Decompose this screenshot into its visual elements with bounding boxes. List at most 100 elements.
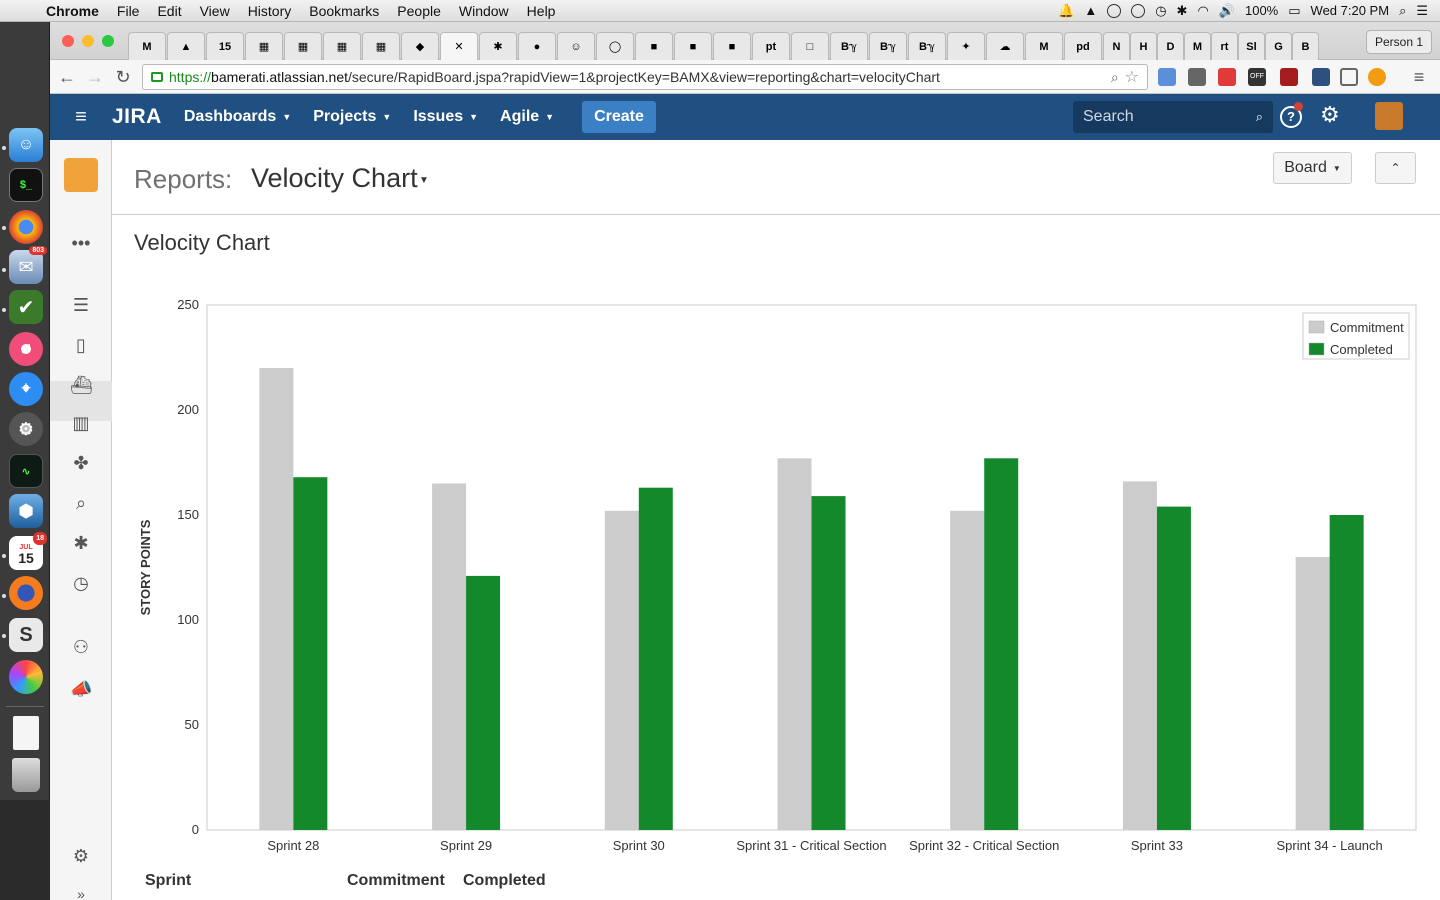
documents-stack-icon[interactable] — [13, 716, 39, 750]
browser-tab[interactable]: ▲ — [167, 32, 205, 60]
create-button[interactable]: Create — [582, 101, 656, 133]
browser-tab[interactable]: H — [1130, 32, 1157, 60]
menu-history[interactable]: History — [248, 3, 292, 19]
battery-icon[interactable]: ▭ — [1288, 3, 1300, 19]
secure-lock-icon[interactable] — [151, 72, 163, 82]
back-button[interactable]: ← — [56, 66, 78, 88]
active-sprints-icon[interactable]: ▯ — [70, 334, 92, 356]
zoom-window-button[interactable] — [102, 35, 114, 47]
browser-tab[interactable]: ✱ — [479, 32, 517, 60]
column-completed[interactable]: Completed — [463, 872, 546, 890]
clock-check-icon[interactable]: ◷ — [70, 572, 92, 594]
ublock-icon[interactable] — [1280, 68, 1298, 86]
browser-tab[interactable]: ● — [518, 32, 556, 60]
nav-agile[interactable]: Agile ▼ — [500, 108, 554, 126]
browser-tab[interactable]: pd — [1064, 32, 1102, 60]
time-machine-icon[interactable]: ◷ — [1155, 3, 1166, 19]
admin-gear-icon[interactable]: ⚙ — [1320, 102, 1340, 128]
forward-button[interactable]: → — [84, 66, 106, 88]
settings-gear-icon[interactable]: ⚙ — [70, 845, 92, 867]
terminal-icon[interactable]: $_ — [9, 168, 43, 202]
volume-icon[interactable]: 🔊 — [1219, 3, 1235, 19]
report-selector[interactable]: Velocity Chart — [251, 163, 418, 194]
browser-tab[interactable]: ■ — [674, 32, 712, 60]
add-person-icon[interactable]: ⚇ — [70, 636, 92, 658]
url-text[interactable]: https://bamerati.atlassian.net/secure/Ra… — [169, 69, 1111, 85]
browser-tab[interactable]: rt — [1211, 32, 1238, 60]
menu-people[interactable]: People — [397, 3, 441, 19]
sync-status-icon[interactable] — [1107, 3, 1122, 18]
chevron-down-icon[interactable]: ▼ — [419, 175, 429, 186]
battery-percent[interactable]: 100% — [1245, 3, 1278, 18]
menu-bookmarks[interactable]: Bookmarks — [309, 3, 379, 19]
more-options-icon[interactable]: ••• — [70, 232, 92, 254]
browser-tab[interactable]: ☁ — [986, 32, 1024, 60]
extension-off-icon[interactable]: OFF — [1248, 68, 1266, 86]
browser-tab[interactable]: 15 — [206, 32, 244, 60]
issues-search-icon[interactable]: ⌕ — [70, 492, 92, 514]
browser-tab[interactable]: pt — [752, 32, 790, 60]
cast-icon[interactable] — [1340, 68, 1358, 86]
extension-icon-2[interactable] — [1188, 68, 1206, 86]
search-input[interactable]: Search ⌕ — [1073, 101, 1273, 133]
finder-icon[interactable]: ☺ — [9, 128, 43, 162]
activity-monitor-icon[interactable]: ∿ — [9, 454, 43, 488]
browser-tab[interactable]: G — [1265, 32, 1292, 60]
calendar-icon[interactable]: JUL 15 18 — [9, 532, 47, 570]
browser-tab[interactable]: ✕ — [440, 32, 478, 60]
checkmark-app-icon[interactable]: ✔ — [9, 290, 43, 324]
notification-bell-icon[interactable]: 🔔 — [1058, 3, 1074, 19]
browser-tab[interactable]: ◆ — [401, 32, 439, 60]
app-switcher-icon[interactable]: ≡ — [50, 106, 112, 129]
browser-tab[interactable]: ▦ — [245, 32, 283, 60]
browser-tab[interactable]: M — [1025, 32, 1063, 60]
address-bar[interactable]: https://bamerati.atlassian.net/secure/Ra… — [142, 64, 1148, 90]
drive-icon[interactable]: ▲ — [1084, 3, 1097, 18]
slack-icon[interactable]: S — [9, 618, 43, 652]
menu-app-chrome[interactable]: Chrome — [46, 3, 99, 19]
browser-tab[interactable]: M — [128, 32, 166, 60]
menu-help[interactable]: Help — [527, 3, 556, 19]
extension-icon-3[interactable] — [1218, 68, 1236, 86]
browser-tab[interactable]: D — [1157, 32, 1184, 60]
nav-issues[interactable]: Issues ▼ — [413, 108, 478, 126]
wifi-icon[interactable]: ◠ — [1197, 3, 1208, 19]
browser-tab[interactable]: Bℽ — [830, 32, 868, 60]
browser-tab[interactable]: ◯ — [596, 32, 634, 60]
backlog-icon[interactable]: ☰ — [70, 294, 92, 316]
menu-file[interactable]: File — [117, 3, 140, 19]
clock[interactable]: Wed 7:20 PM — [1311, 3, 1390, 18]
user-avatar[interactable] — [1375, 102, 1403, 130]
browser-tab[interactable]: Bℽ — [908, 32, 946, 60]
browser-tab[interactable]: Sl — [1238, 32, 1265, 60]
browser-tab[interactable]: ▦ — [323, 32, 361, 60]
safari-icon[interactable]: ⌖ — [9, 372, 43, 406]
chrome-icon[interactable] — [9, 210, 43, 244]
close-window-button[interactable] — [62, 35, 74, 47]
extension-icon-6[interactable] — [1312, 68, 1330, 86]
menu-edit[interactable]: Edit — [157, 3, 181, 19]
mail-icon[interactable]: ✉ 803 — [9, 246, 47, 284]
browser-tab[interactable]: ☺ — [557, 32, 595, 60]
menu-window[interactable]: Window — [459, 3, 509, 19]
minimize-window-button[interactable] — [82, 35, 94, 47]
extension-icon-1[interactable] — [1158, 68, 1176, 86]
profile-button[interactable]: Person 1 — [1365, 30, 1432, 54]
expand-sidebar-icon[interactable]: » — [70, 887, 92, 900]
trash-icon[interactable] — [12, 758, 40, 792]
do-not-disturb-icon[interactable] — [1131, 3, 1146, 18]
browser-tab[interactable]: M — [1184, 32, 1211, 60]
extension-play-icon[interactable] — [1368, 68, 1386, 86]
firefox-icon[interactable] — [9, 576, 43, 610]
components-icon[interactable]: ✤ — [70, 452, 92, 474]
browser-tab[interactable]: N — [1103, 32, 1130, 60]
jira-logo[interactable]: JIRA — [112, 105, 162, 129]
spotlight-search-icon[interactable]: ⌕ — [1399, 3, 1406, 19]
collapse-header-button[interactable]: ⌃ — [1375, 152, 1416, 184]
virtualbox-icon[interactable]: ⬢ — [9, 494, 43, 528]
releases-icon[interactable]: ⛴ — [70, 374, 93, 396]
browser-tab[interactable]: ■ — [635, 32, 673, 60]
browser-tab[interactable]: B — [1292, 32, 1319, 60]
browser-tab[interactable]: ■ — [713, 32, 751, 60]
itunes-icon[interactable]: ♫ — [9, 332, 43, 366]
